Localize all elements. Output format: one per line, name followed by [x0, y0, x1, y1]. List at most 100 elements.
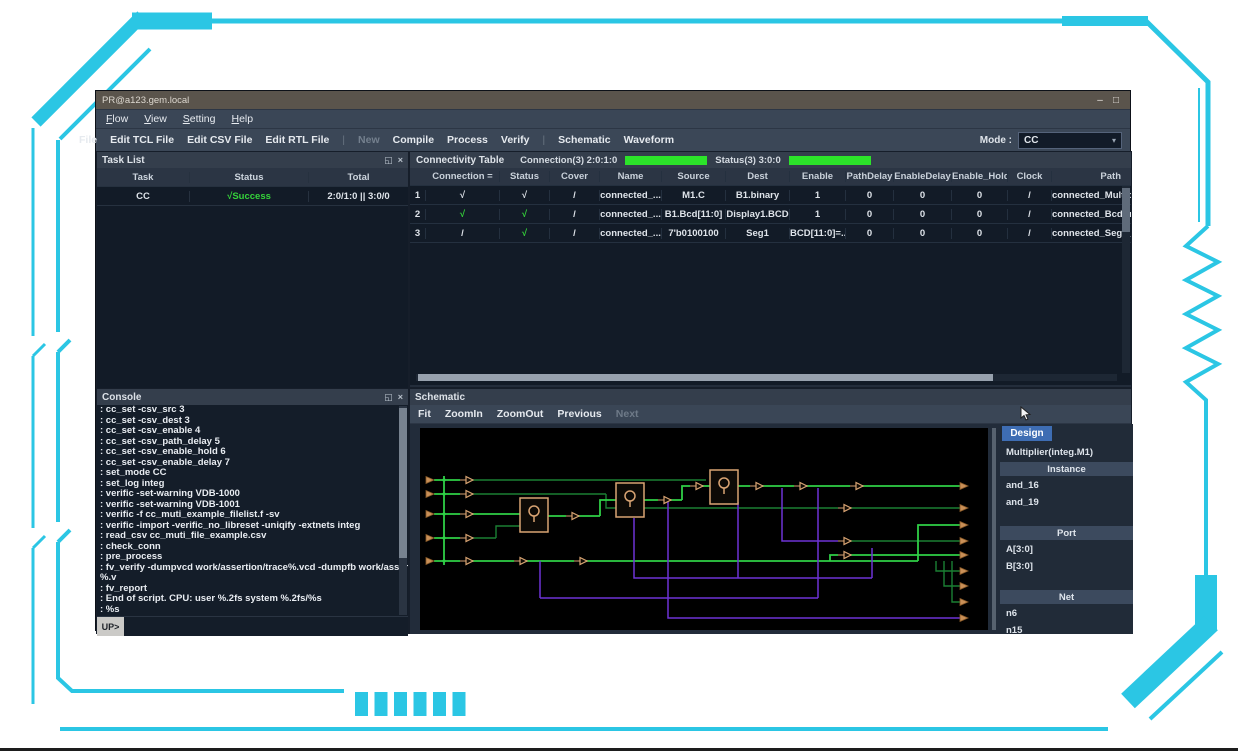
col-clock[interactable]: Clock — [1008, 171, 1052, 182]
connection-check: / — [426, 228, 500, 239]
bottom-border-line — [0, 748, 1238, 751]
port-item[interactable]: A[3:0] — [1000, 541, 1133, 558]
dest-value: Display1.BCD — [726, 209, 790, 220]
col-status: Status — [190, 172, 309, 183]
status-check: √ — [500, 228, 550, 239]
task-list-panel: Task List ◱ × Task Status Total CC √Succ… — [96, 151, 409, 388]
connectivity-row[interactable]: 1 √ √ / connected_... M1.C B1.binary 1 0… — [410, 186, 1131, 205]
toolbar-new[interactable]: New — [358, 134, 380, 146]
instance-item[interactable]: and_16 — [1000, 477, 1133, 494]
fit-button[interactable]: Fit — [418, 408, 431, 420]
title-bar: PR@a123.gem.local – □ — [96, 91, 1130, 109]
col-enabledelay[interactable]: EnableDelay — [894, 171, 952, 182]
mouse-cursor — [1020, 406, 1032, 427]
toolbar-file[interactable]: File — [79, 134, 97, 146]
menu-setting[interactable]: Setting — [183, 113, 216, 125]
col-enablehold[interactable]: Enable_Hold — [952, 171, 1008, 182]
chevron-down-icon: ▾ — [1112, 136, 1116, 145]
screenshot-stage: { "frame": { "color": "#2bc6e4" }, "wind… — [0, 0, 1238, 753]
vertical-scrollbar[interactable] — [1122, 186, 1130, 373]
col-source[interactable]: Source — [662, 171, 726, 182]
net-item[interactable]: n6 — [1000, 605, 1133, 622]
col-connection[interactable]: Connection = — [426, 171, 500, 182]
main-toolbar: File Edit TCL File Edit CSV File Edit RT… — [96, 128, 1130, 151]
enable-value: 1 — [790, 209, 846, 220]
toolbar-edit-rtl[interactable]: Edit RTL File — [265, 134, 329, 146]
next-button[interactable]: Next — [616, 408, 639, 420]
toolbar-separator: | — [543, 135, 546, 146]
net-item[interactable]: n15 — [1000, 622, 1133, 639]
toolbar-separator: | — [342, 135, 345, 146]
col-total: Total — [309, 172, 408, 183]
toolbar-verify[interactable]: Verify — [501, 134, 530, 146]
connection-check: √ — [426, 209, 500, 220]
toolbar-process[interactable]: Process — [447, 134, 488, 146]
mode-label: Mode : — [980, 135, 1012, 146]
col-status[interactable]: Status — [500, 171, 550, 182]
menu-help[interactable]: Help — [231, 113, 253, 125]
maximize-icon[interactable]: □ — [1108, 95, 1124, 106]
task-row[interactable]: CC √Success 2:0/1:0 || 3:0/0 — [97, 187, 408, 206]
task-total: 2:0/1:0 || 3:0/0 — [309, 191, 408, 202]
module-box — [616, 483, 644, 517]
console-scrollbar[interactable] — [399, 406, 407, 615]
circuit-diagram — [420, 428, 988, 630]
status-check: √ — [500, 190, 550, 201]
col-dest[interactable]: Dest — [726, 171, 790, 182]
dest-value: B1.binary — [726, 190, 790, 201]
module-box — [520, 498, 548, 532]
schematic-header: Schematic — [410, 389, 1131, 405]
module-item[interactable]: Multiplier(integ.M1) — [1000, 444, 1133, 461]
col-enable[interactable]: Enable — [790, 171, 846, 182]
col-path[interactable]: Path — [1052, 171, 1131, 182]
toolbar-schematic[interactable]: Schematic — [558, 134, 611, 146]
toolbar-compile[interactable]: Compile — [393, 134, 434, 146]
connectivity-title: Connectivity Table — [416, 155, 504, 166]
col-name[interactable]: Name — [600, 171, 662, 182]
command-input[interactable] — [124, 617, 408, 636]
source-value: 7'b0100100 — [662, 228, 726, 239]
instance-item[interactable]: and_19 — [1000, 494, 1133, 511]
col-cover[interactable]: Cover — [550, 171, 600, 182]
tab-design[interactable]: Design — [1002, 426, 1052, 441]
console-log[interactable]: : cc_set -csv_src 3 : cc_set -csv_dest 3… — [97, 405, 408, 616]
close-panel-icon[interactable]: × — [398, 155, 403, 165]
mode-select[interactable]: CC ▾ — [1018, 132, 1122, 149]
status-check: √ — [500, 209, 550, 220]
console-line: : verific -f cc_muti_example_filelist.f … — [97, 510, 408, 521]
schematic-body: Design Multiplier(integ.M1) Instance and… — [410, 424, 1131, 634]
zoomin-button[interactable]: ZoomIn — [445, 408, 483, 420]
menu-view[interactable]: View — [144, 113, 167, 125]
enable-value: 1 — [790, 190, 846, 201]
zoomout-button[interactable]: ZoomOut — [497, 408, 544, 420]
cover-value: / — [550, 209, 600, 220]
toolbar-edit-csv[interactable]: Edit CSV File — [187, 134, 252, 146]
connectivity-row[interactable]: 2 √ √ / connected_... B1.Bcd[11:0] Displ… — [410, 205, 1131, 224]
console-line: %.v — [97, 573, 408, 584]
status-count: Status(3) 3:0:0 — [715, 155, 780, 166]
connectivity-row[interactable]: 3 / √ / connected_... 7'b0100100 Seg1 BC… — [410, 224, 1131, 243]
console-line: : %s — [97, 605, 408, 616]
port-item[interactable]: B[3:0] — [1000, 558, 1133, 575]
minimize-icon[interactable]: – — [1092, 95, 1108, 106]
task-table: Task Status Total CC √Success 2:0/1:0 ||… — [97, 168, 408, 408]
close-panel-icon[interactable]: × — [398, 392, 403, 402]
connection-progress-bar — [625, 156, 707, 165]
prompt-tab[interactable]: UP> — [97, 617, 124, 636]
canvas-scrollbar[interactable] — [992, 428, 996, 630]
status-progress-bar — [789, 156, 871, 165]
console-panel: Console ◱ × : cc_set -csv_src 3 : cc_set… — [96, 388, 409, 634]
toolbar-edit-tcl[interactable]: Edit TCL File — [110, 134, 174, 146]
design-sidebar: Design Multiplier(integ.M1) Instance and… — [1000, 424, 1133, 634]
schematic-canvas[interactable] — [420, 428, 988, 630]
float-panel-icon[interactable]: ◱ — [384, 392, 393, 403]
previous-button[interactable]: Previous — [557, 408, 601, 420]
col-pathdelay[interactable]: PathDelay — [846, 171, 894, 182]
menu-flow[interactable]: Flow — [106, 113, 128, 125]
pathdelay-value: 0 — [846, 209, 894, 220]
task-list-title: Task List — [102, 155, 145, 166]
float-panel-icon[interactable]: ◱ — [384, 155, 393, 166]
cover-value: / — [550, 228, 600, 239]
horizontal-scrollbar[interactable] — [416, 374, 1117, 381]
toolbar-waveform[interactable]: Waveform — [624, 134, 674, 146]
